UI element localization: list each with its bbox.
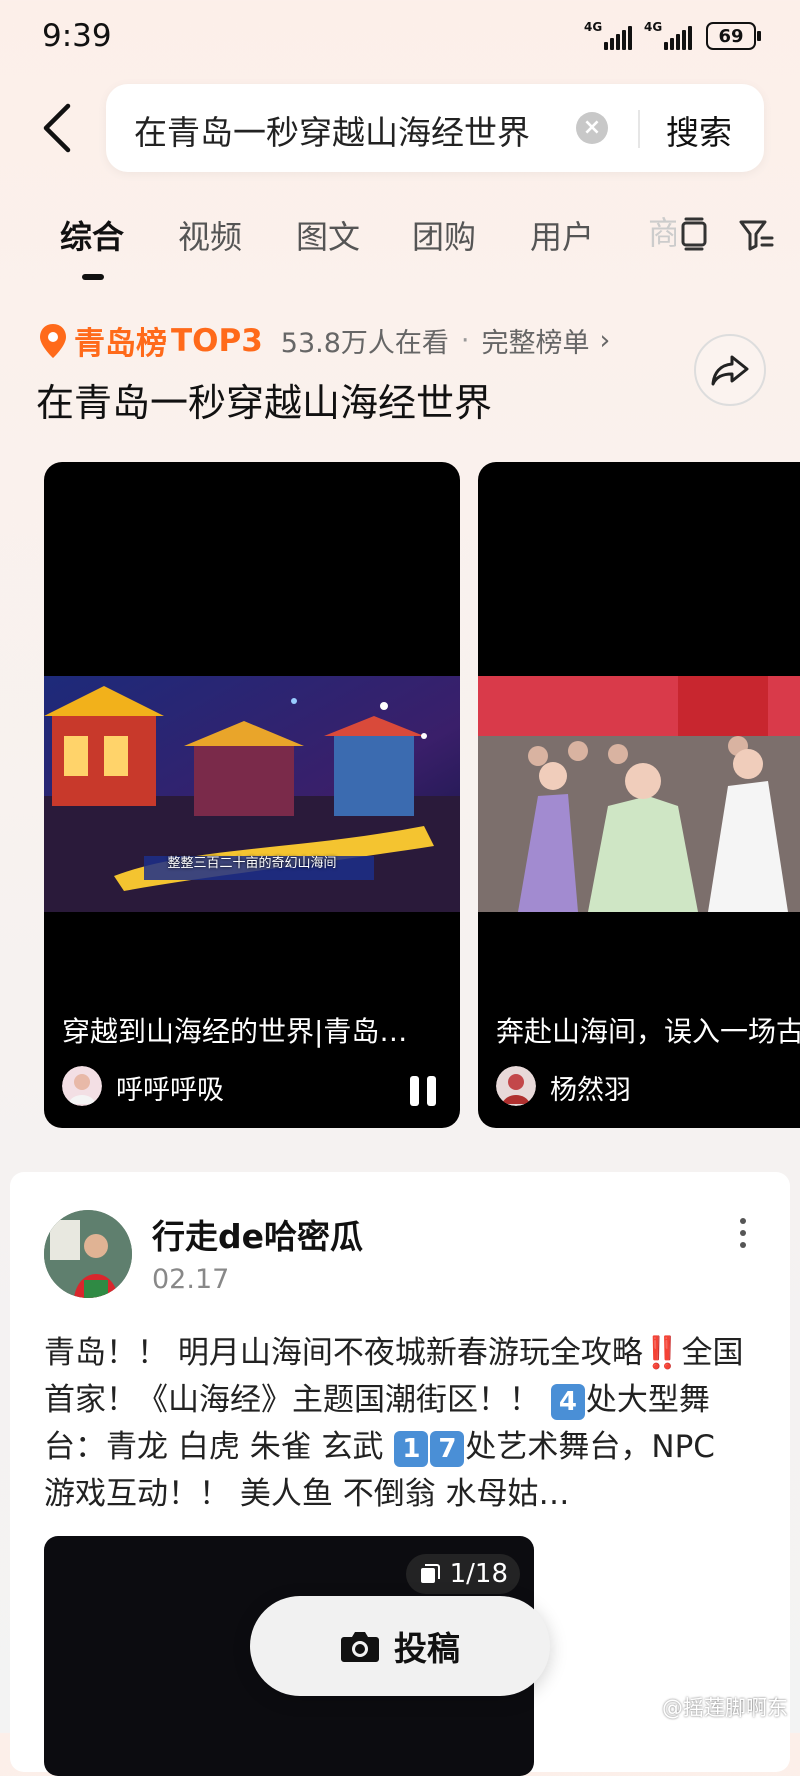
- full-list-link[interactable]: 完整榜单: [482, 321, 590, 360]
- clear-icon[interactable]: ×: [576, 112, 608, 144]
- video-author[interactable]: 杨然羽: [550, 1068, 631, 1107]
- signal-icon: 4G: [644, 20, 692, 50]
- back-arrow-icon[interactable]: [36, 100, 82, 156]
- watermark: @摇莲脚啊东: [662, 1696, 788, 1720]
- video-subtitle: 整整三百二十亩的奇幻山海间: [167, 856, 337, 871]
- video-caption: 奔赴山海间，误入一场古: [496, 1015, 800, 1048]
- post-author[interactable]: 行走de哈密瓜: [152, 1210, 363, 1258]
- video-card[interactable]: 整整三百二十亩的奇幻山海间 穿越到山海经的世界|青岛… 呼呼呼吸: [44, 462, 460, 1128]
- tab-active-indicator: [82, 274, 104, 280]
- search-input[interactable]: 在青岛一秒穿越山海经世界: [134, 106, 530, 154]
- ranking-badge: TOP3: [171, 322, 263, 359]
- battery-icon: 69: [706, 22, 761, 50]
- tab-image-text[interactable]: 图文: [296, 212, 360, 258]
- tab-users[interactable]: 用户: [530, 212, 594, 258]
- location-pin-icon: [40, 323, 66, 358]
- tab-overflow-fade: 商: [648, 214, 676, 252]
- image-count-badge: 1/18: [405, 1554, 520, 1594]
- gallery-icon: [420, 1564, 440, 1583]
- post-date: 02.17: [152, 1264, 230, 1295]
- camera-icon: [341, 1632, 379, 1662]
- ranking-views: 53.8万人在看: [280, 328, 449, 359]
- share-icon: [711, 355, 749, 386]
- video-carousel[interactable]: 整整三百二十亩的奇幻山海间 穿越到山海经的世界|青岛… 呼呼呼吸 奔赴山海间，误…: [0, 462, 800, 1130]
- chevron-right-icon: ›: [599, 325, 611, 356]
- number-badge: 4: [550, 1383, 585, 1420]
- number-badge: 7: [430, 1430, 465, 1467]
- ranking-separator: ·: [460, 325, 470, 356]
- avatar[interactable]: [62, 1066, 102, 1106]
- filter-icon[interactable]: [736, 214, 776, 254]
- ranking-name: 青岛榜: [74, 326, 167, 362]
- post-button-label: 投稿: [394, 1629, 460, 1668]
- post-button[interactable]: 投稿: [250, 1596, 550, 1696]
- ranking-line[interactable]: 青岛榜 TOP3 53.8万人在看 · 完整榜单 ›: [38, 318, 610, 363]
- video-thumbnail: [478, 676, 800, 912]
- more-options-icon[interactable]: [738, 1218, 748, 1254]
- tab-comprehensive[interactable]: 综合: [60, 212, 124, 258]
- number-badge: 1: [394, 1430, 429, 1467]
- video-author[interactable]: 呼呼呼吸: [116, 1068, 224, 1107]
- video-thumbnail: [44, 676, 460, 912]
- window-icon[interactable]: [674, 214, 714, 254]
- share-button[interactable]: [694, 334, 766, 406]
- tab-bar: 综合 视频 图文 团购 用户 商: [0, 208, 800, 280]
- signal-icon: 4G: [584, 20, 632, 50]
- tab-video[interactable]: 视频: [178, 212, 242, 258]
- search-bar[interactable]: 在青岛一秒穿越山海经世界 × 搜索: [106, 84, 764, 172]
- video-caption: 穿越到山海经的世界|青岛…: [62, 1015, 408, 1048]
- status-icons: 4G 4G 69: [584, 20, 761, 50]
- search-button[interactable]: 搜索: [666, 106, 732, 154]
- image-count: 1/18: [449, 1559, 508, 1589]
- search-divider: [638, 110, 640, 148]
- tab-group-buy[interactable]: 团购: [412, 212, 476, 258]
- video-card[interactable]: 奔赴山海间，误入一场古 杨然羽: [478, 462, 800, 1128]
- avatar[interactable]: [44, 1210, 132, 1298]
- network-type-label: 4G: [584, 20, 603, 34]
- status-time: 9:39: [42, 18, 112, 54]
- topic-title: 在青岛一秒穿越山海经世界: [36, 381, 493, 425]
- post-text[interactable]: 青岛！！ 明月山海间不夜城新春游玩全攻略‼️全国首家！《山海经》主题国潮街区！！…: [44, 1330, 744, 1518]
- battery-level: 69: [718, 25, 744, 47]
- pause-icon[interactable]: [410, 1076, 436, 1106]
- network-type-label: 4G: [644, 20, 663, 34]
- avatar[interactable]: [496, 1066, 536, 1106]
